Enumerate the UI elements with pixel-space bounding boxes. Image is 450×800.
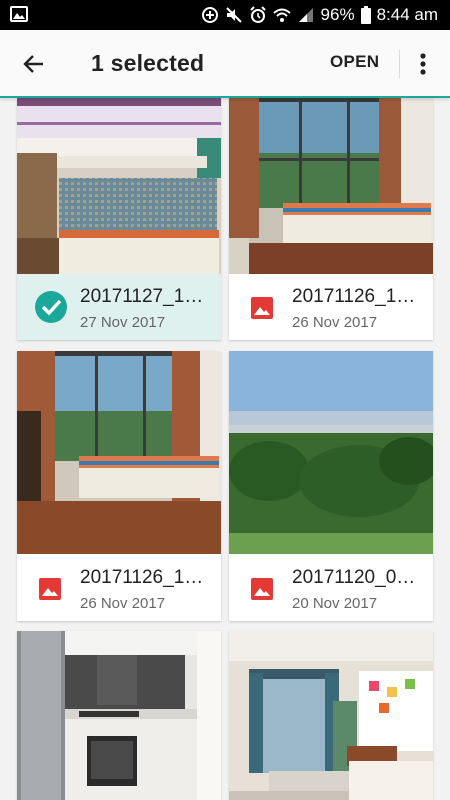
check-circle-icon	[35, 291, 67, 323]
mute-icon	[225, 7, 242, 23]
file-date: 26 Nov 2017	[292, 314, 378, 331]
file-card[interactable]	[229, 631, 433, 800]
battery-icon	[360, 6, 371, 24]
open-button[interactable]: OPEN	[330, 52, 379, 72]
clock: 8:44 am	[376, 5, 438, 24]
image-thumbnail	[17, 351, 221, 554]
image-thumbnail	[229, 98, 433, 274]
data-saver-icon	[201, 7, 218, 23]
file-name: 20171126_1…	[292, 286, 416, 307]
file-info: 20171126_1… 26 Nov 2017	[229, 274, 433, 340]
file-info: 20171120_0… 20 Nov 2017	[229, 555, 433, 621]
cell-signal-icon	[298, 8, 313, 22]
file-card[interactable]	[17, 631, 221, 800]
image-thumbnail	[229, 631, 433, 800]
status-bar: 96% 8:44 am	[0, 0, 450, 30]
more-vert-icon	[420, 53, 426, 75]
image-file-icon	[39, 578, 61, 600]
file-name: 20171127_1…	[80, 286, 204, 307]
file-grid: 20171127_1… 27 Nov 2017 20171126_1… 26 N…	[0, 98, 450, 800]
image-file-icon	[251, 297, 273, 319]
battery-percent: 96%	[320, 5, 355, 24]
file-card[interactable]: 20171126_1… 26 Nov 2017	[17, 351, 221, 621]
image-thumbnail	[17, 631, 221, 800]
page-title: 1 selected	[91, 50, 205, 76]
file-info: 20171126_1… 26 Nov 2017	[17, 555, 221, 621]
file-card[interactable]: 20171120_0… 20 Nov 2017	[229, 351, 433, 621]
file-date: 20 Nov 2017	[292, 595, 378, 612]
alarm-icon	[249, 6, 266, 23]
file-date: 27 Nov 2017	[80, 314, 166, 331]
image-thumbnail	[17, 98, 221, 274]
wifi-icon	[272, 8, 291, 22]
file-card[interactable]: 20171127_1… 27 Nov 2017	[17, 98, 221, 340]
file-name: 20171126_1…	[80, 567, 204, 588]
file-info: 20171127_1… 27 Nov 2017	[17, 274, 221, 340]
app-bar: 1 selected OPEN	[0, 30, 450, 98]
file-date: 26 Nov 2017	[80, 595, 166, 612]
image-file-icon	[251, 578, 273, 600]
toolbar-divider	[399, 50, 400, 78]
gallery-notification-icon	[10, 6, 28, 22]
file-name: 20171120_0…	[292, 567, 416, 588]
file-card[interactable]: 20171126_1… 26 Nov 2017	[229, 98, 433, 340]
back-button[interactable]	[14, 44, 54, 84]
image-thumbnail	[229, 351, 433, 554]
arrow-back-icon	[23, 55, 43, 73]
overflow-menu-button[interactable]	[410, 46, 436, 82]
